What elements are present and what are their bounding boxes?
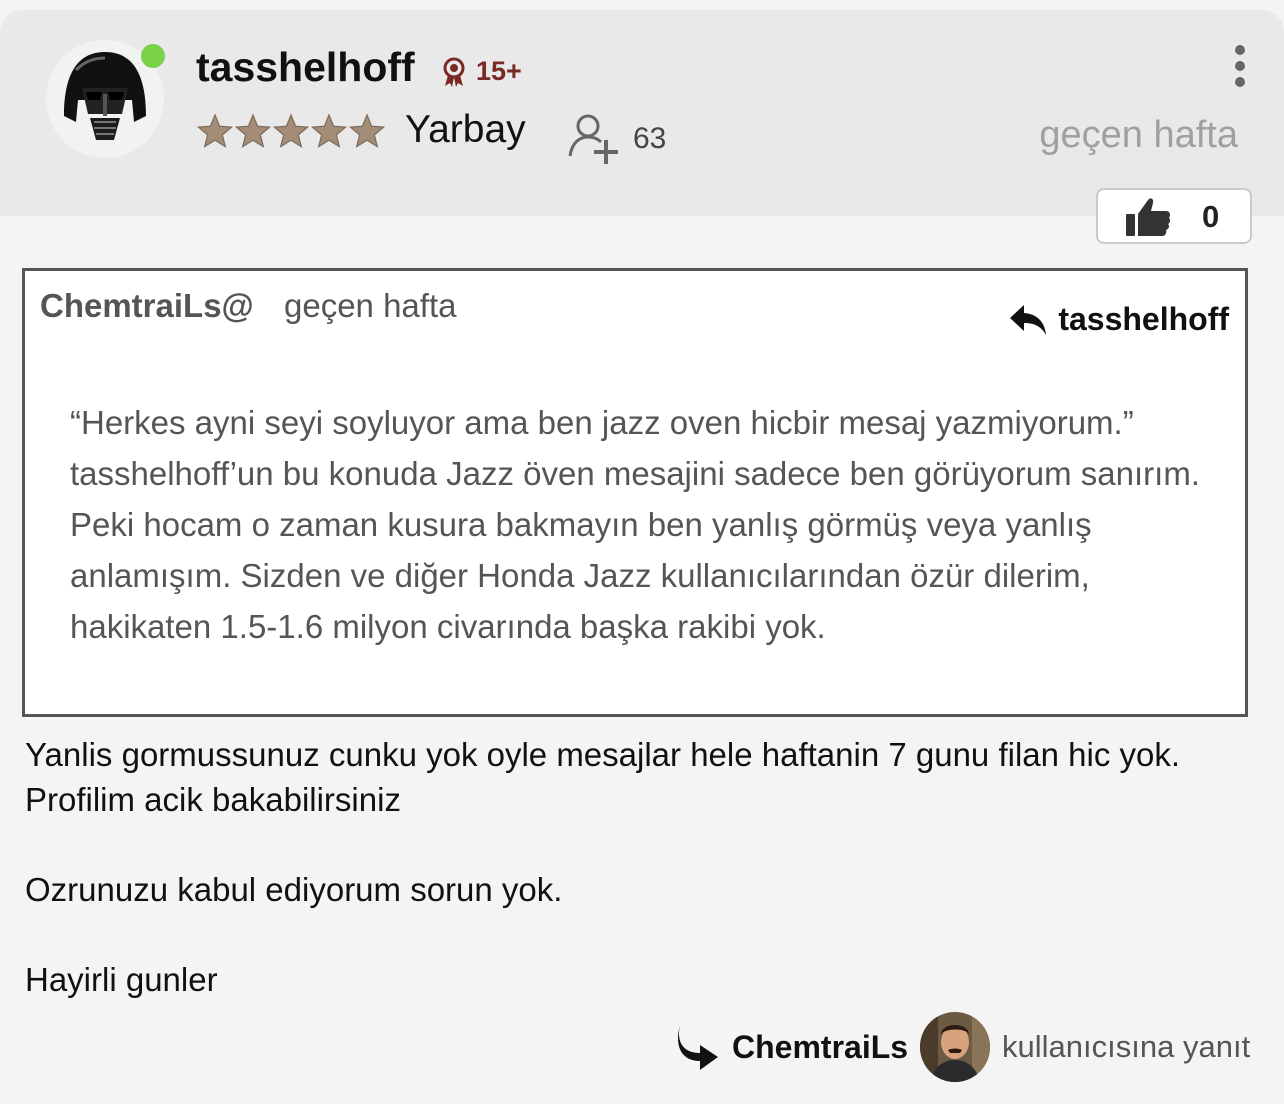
rank-title: Yarbay <box>405 108 526 151</box>
rank-medal-icon <box>443 57 465 87</box>
reply-to-label: kullanıcısına yanıt <box>1002 1029 1251 1064</box>
star-icon <box>348 113 386 148</box>
reply-to-avatar[interactable] <box>920 1012 991 1082</box>
follower-count: 63 <box>633 122 667 155</box>
body-paragraph: Hayirli gunler <box>25 961 218 998</box>
online-status-dot <box>141 44 165 68</box>
star-icon <box>272 113 310 148</box>
star-icon <box>234 113 272 148</box>
quote-author[interactable]: ChemtraiLs@ <box>40 287 254 325</box>
add-user-icon[interactable] <box>566 110 624 166</box>
quote-line: tasshelhoff’un bu konuda Jazz öven mesaj… <box>70 455 1200 645</box>
post-author-name[interactable]: tasshelhoff <box>196 44 415 91</box>
post-timestamp: geçen hafta <box>1039 114 1238 156</box>
like-count: 0 <box>1202 199 1220 234</box>
star-icon <box>310 113 348 148</box>
post-header <box>0 10 1284 216</box>
reply-back-arrow-icon <box>1010 304 1047 335</box>
quoted-message: ChemtraiLs@ geçen hafta tasshelhoff “Her… <box>22 268 1248 717</box>
thumbs-up-icon <box>1126 198 1171 236</box>
like-button[interactable]: 0 <box>1096 188 1252 244</box>
quote-line: “Herkes ayni seyi soyluyor ama ben jazz … <box>70 404 1134 441</box>
quote-timestamp: geçen hafta <box>284 287 457 324</box>
reply-to-username: ChemtraiLs <box>732 1028 909 1065</box>
badge-count: 15+ <box>476 56 522 86</box>
star-icon <box>196 113 234 148</box>
reply-to-link[interactable]: ChemtraiLs kullanıcısına yanıt <box>674 1010 1250 1084</box>
more-vertical-icon[interactable] <box>1232 44 1248 88</box>
body-paragraph: Yanlis gormussunuz cunku yok oyle mesajl… <box>25 736 1181 818</box>
body-paragraph: Ozrunuzu kabul ediyorum sorun yok. <box>25 871 563 908</box>
post-body: Yanlis gormussunuz cunku yok oyle mesajl… <box>25 732 1255 1002</box>
reply-back-link[interactable]: tasshelhoff <box>1008 301 1229 338</box>
reply-arrow-icon <box>678 1025 718 1070</box>
quote-text: “Herkes ayni seyi soyluyor ama ben jazz … <box>70 397 1220 652</box>
reply-back-username: tasshelhoff <box>1058 301 1229 337</box>
rating-stars <box>196 112 388 152</box>
